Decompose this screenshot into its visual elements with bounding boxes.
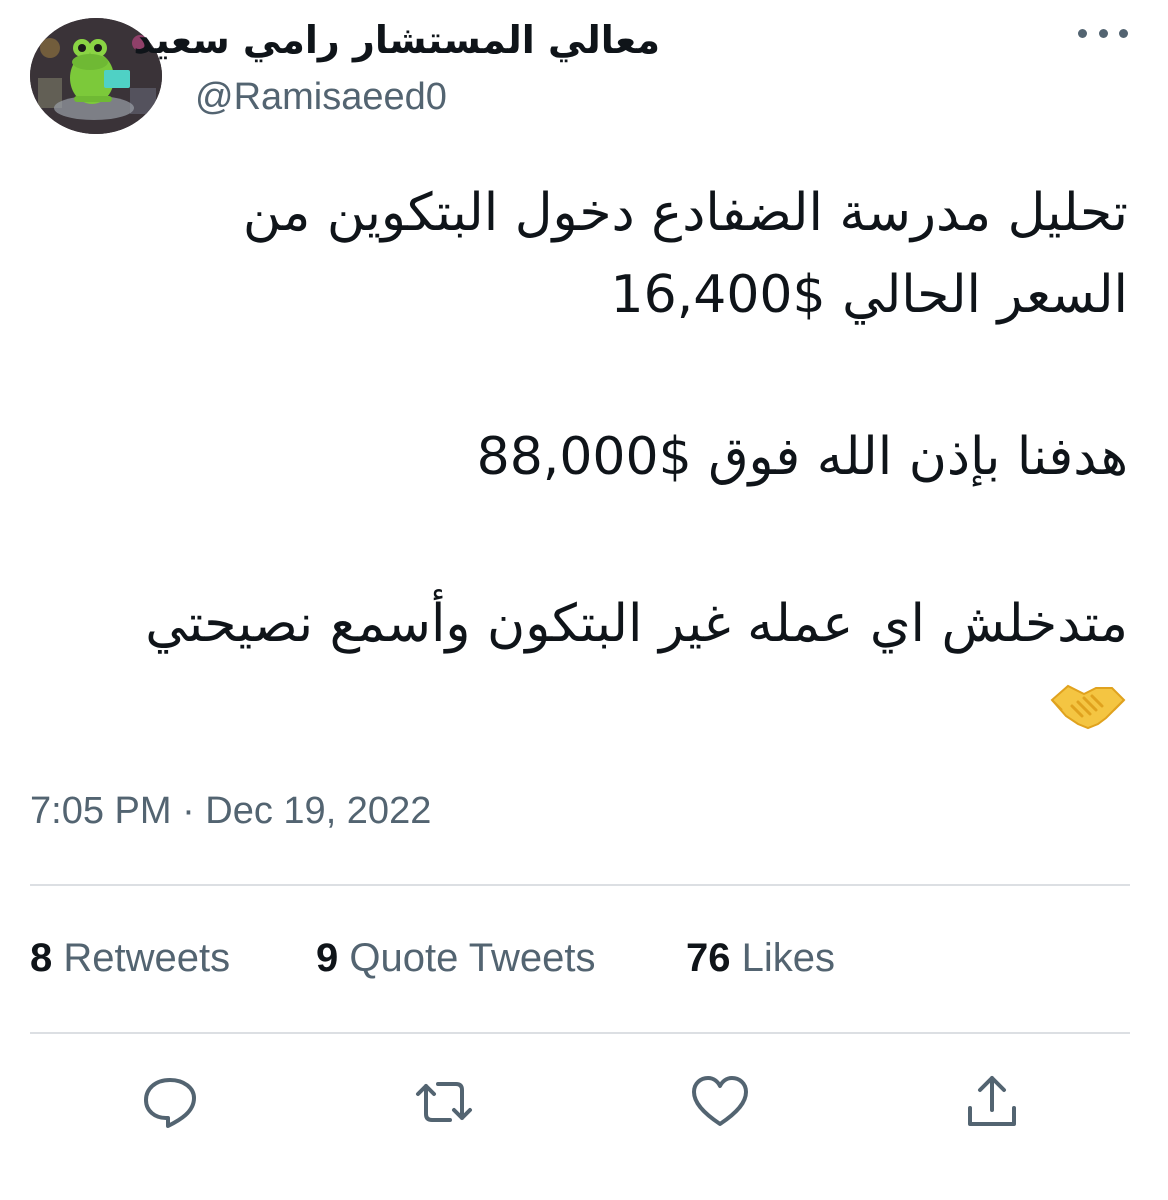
tweet-text-line: متدخلش اي عمله غير البتكون وأسمع نصيحتي [145,594,1128,654]
handshake-icon [1050,684,1126,730]
share-button[interactable] [960,1070,1024,1134]
retweets-stat[interactable]: 8 Retweets [30,936,230,981]
author-display-name[interactable]: معالي المستشار رامي سعيد [133,18,660,62]
more-options-button[interactable] [1078,18,1128,48]
quote-tweets-label: Quote Tweets [349,936,596,980]
reply-icon [144,1078,196,1128]
tweet-text-line: السعر الحالي $16,400 [610,265,1128,325]
tweet-card: معالي المستشار رامي سعيد @Ramisaeed0 تحل… [0,0,1168,1200]
more-dot-icon [1119,28,1128,38]
author-handle[interactable]: @Ramisaeed0 [195,76,447,119]
quote-tweets-stat[interactable]: 9 Quote Tweets [316,936,595,981]
tweet-timestamp[interactable]: 7:05 PM · Dec 19, 2022 [30,790,431,833]
like-button[interactable] [688,1070,752,1134]
likes-stat[interactable]: 76 Likes [686,936,835,981]
divider [30,1032,1130,1034]
likes-label: Likes [741,936,836,980]
reply-button[interactable] [138,1070,202,1134]
more-dot-icon [1078,28,1087,38]
quote-tweets-count: 9 [316,936,339,980]
retweets-label: Retweets [63,936,231,980]
tweet-actions [0,1070,1168,1140]
retweets-count: 8 [30,936,53,980]
divider [30,884,1130,886]
share-icon [968,1076,1016,1126]
retweet-icon [416,1082,472,1122]
more-dot-icon [1098,28,1108,38]
tweet-text-line: تحليل مدرسة الضفادع دخول البتكوين من [242,183,1128,243]
heart-icon [692,1076,748,1126]
retweet-button[interactable] [412,1070,476,1134]
handshake-emoji [1048,674,1128,734]
likes-count: 76 [686,936,731,980]
tweet-text-line: هدفنا بإذن الله فوق $88,000 [476,427,1128,487]
